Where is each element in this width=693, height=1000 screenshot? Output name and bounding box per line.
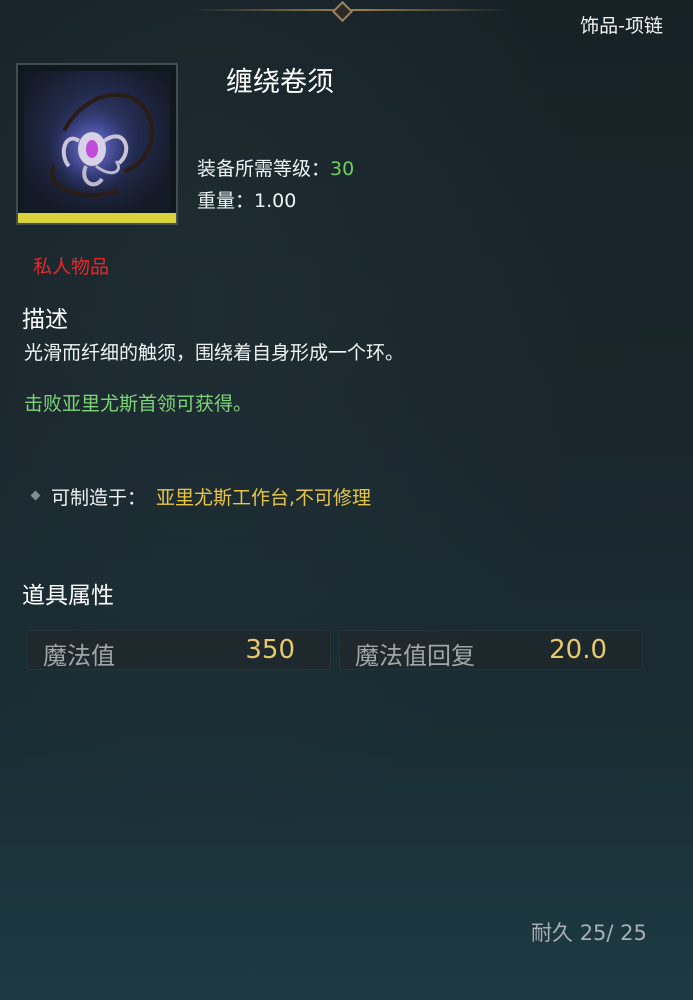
required-level-value: 30 xyxy=(330,158,355,180)
crafting-label: 可制造于： xyxy=(51,487,147,509)
required-level-row: 装备所需等级：30 xyxy=(197,154,354,181)
item-icon-frame xyxy=(16,63,178,225)
description-title: 描述 xyxy=(22,307,68,333)
durability-label: 耐久 xyxy=(531,921,573,945)
crafting-row: 可制造于： 亚里尤斯工作台,不可修理 xyxy=(30,483,372,510)
durability-current: 25/ xyxy=(579,921,614,945)
property-magic-regen: 魔法值回复 20.0 xyxy=(339,630,643,670)
tentacle-necklace-icon xyxy=(24,71,170,211)
properties-title: 道具属性 xyxy=(22,583,114,609)
weight-row: 重量：1.00 xyxy=(197,186,296,213)
crafting-station: 亚里尤斯工作台,不可修理 xyxy=(156,487,372,509)
source-text: 击败亚里尤斯首领可获得。 xyxy=(24,393,253,415)
durability: 耐久 25/ 25 xyxy=(531,917,647,947)
weight-value: 1.00 xyxy=(254,190,297,212)
weight-label: 重量： xyxy=(197,190,255,212)
property-value: 20.0 xyxy=(549,635,607,665)
property-name: 魔法值 xyxy=(43,642,115,670)
item-name: 缠绕卷须 xyxy=(226,67,334,98)
property-magic: 魔法值 350 xyxy=(27,630,331,670)
property-name: 魔法值回复 xyxy=(355,642,475,670)
property-value: 350 xyxy=(245,635,295,665)
item-category: 饰品-项链 xyxy=(580,15,663,37)
private-item-tag: 私人物品 xyxy=(33,256,110,278)
durability-max: 25 xyxy=(620,921,647,945)
required-level-label: 装备所需等级： xyxy=(197,158,331,180)
ornament-diamond-icon xyxy=(331,0,354,23)
bullet-diamond-icon xyxy=(30,490,41,501)
description-text: 光滑而纤细的触须，围绕着自身形成一个环。 xyxy=(24,342,405,364)
rarity-bar xyxy=(18,213,176,223)
